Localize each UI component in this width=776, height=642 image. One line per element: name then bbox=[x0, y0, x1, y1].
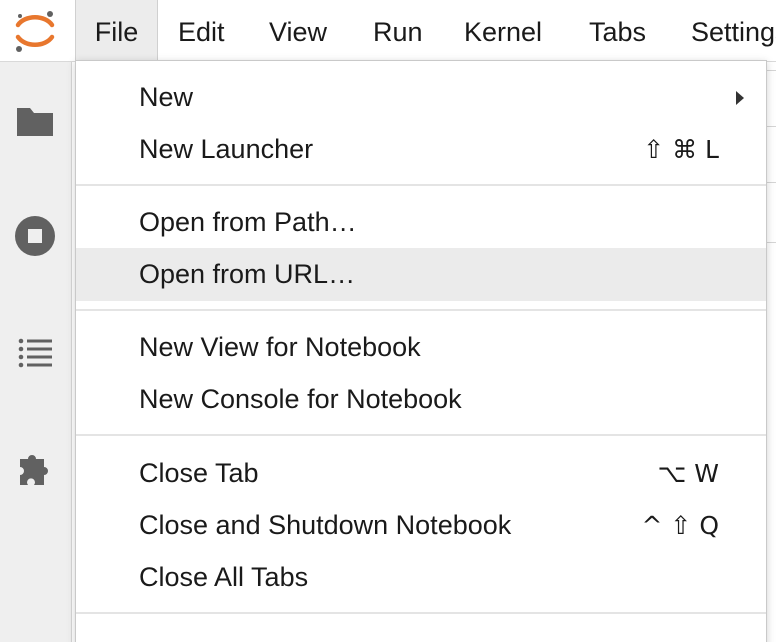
jupyterlab-window: File Edit View Run Kernel Tabs Settings bbox=[0, 0, 776, 642]
menu-item-label: New View for Notebook bbox=[139, 332, 421, 362]
menu-item-label: Open from URL… bbox=[139, 259, 356, 289]
menu-item-shortcut: ^ ⇧ Q bbox=[641, 511, 719, 540]
menu-item-open-from-path[interactable]: Open from Path… bbox=[76, 196, 766, 249]
menu-item-shortcut: ⇧ ⌘ L bbox=[643, 135, 719, 164]
menu-view[interactable]: View bbox=[269, 0, 327, 62]
file-menu-dropdown: New New Launcher ⇧ ⌘ L Open from Path… O… bbox=[75, 60, 767, 642]
menu-item-label: Open from Path… bbox=[139, 207, 357, 237]
menu-item-close-tab[interactable]: Close Tab ⌥ W bbox=[76, 447, 766, 500]
menu-item-shortcut: ⌥ W bbox=[657, 459, 719, 488]
menu-item-label: Close All Tabs bbox=[139, 562, 309, 592]
menu-item-label: Close Tab bbox=[139, 458, 259, 488]
menu-separator bbox=[76, 612, 766, 614]
jupyter-logo-icon[interactable] bbox=[10, 8, 60, 54]
menu-settings[interactable]: Settings bbox=[691, 0, 776, 62]
menu-item-new-launcher[interactable]: New Launcher ⇧ ⌘ L bbox=[76, 123, 766, 176]
extension-puzzle-icon[interactable] bbox=[12, 445, 58, 491]
menu-item-open-from-url[interactable]: Open from URL… bbox=[76, 248, 766, 301]
folder-icon[interactable] bbox=[12, 97, 58, 143]
menu-tabs[interactable]: Tabs bbox=[589, 0, 646, 62]
submenu-arrow-icon bbox=[736, 91, 744, 105]
menu-separator bbox=[76, 309, 766, 311]
table-of-contents-icon[interactable] bbox=[12, 329, 58, 375]
menu-item-label: New Console for Notebook bbox=[139, 384, 462, 414]
menu-item-label: New Launcher bbox=[139, 134, 314, 164]
menu-item-new-console-for-notebook[interactable]: New Console for Notebook bbox=[76, 373, 766, 426]
menu-separator bbox=[76, 434, 766, 436]
running-stop-icon[interactable] bbox=[12, 213, 58, 259]
menu-file[interactable]: File bbox=[76, 0, 157, 62]
menu-item-close-all-tabs[interactable]: Close All Tabs bbox=[76, 551, 766, 604]
menu-kernel[interactable]: Kernel bbox=[464, 0, 542, 62]
menu-edit[interactable]: Edit bbox=[178, 0, 225, 62]
menu-item-close-and-shutdown-notebook[interactable]: Close and Shutdown Notebook ^ ⇧ Q bbox=[76, 499, 766, 552]
menu-bar: File Edit View Run Kernel Tabs Settings bbox=[0, 0, 776, 62]
menu-separator bbox=[76, 184, 766, 186]
left-sidebar bbox=[0, 62, 72, 642]
menu-item-new[interactable]: New bbox=[76, 71, 766, 124]
menu-run[interactable]: Run bbox=[373, 0, 423, 62]
menu-item-new-view-for-notebook[interactable]: New View for Notebook bbox=[76, 321, 766, 374]
menu-item-label: Close and Shutdown Notebook bbox=[139, 510, 512, 540]
menu-item-label: New bbox=[139, 82, 194, 112]
